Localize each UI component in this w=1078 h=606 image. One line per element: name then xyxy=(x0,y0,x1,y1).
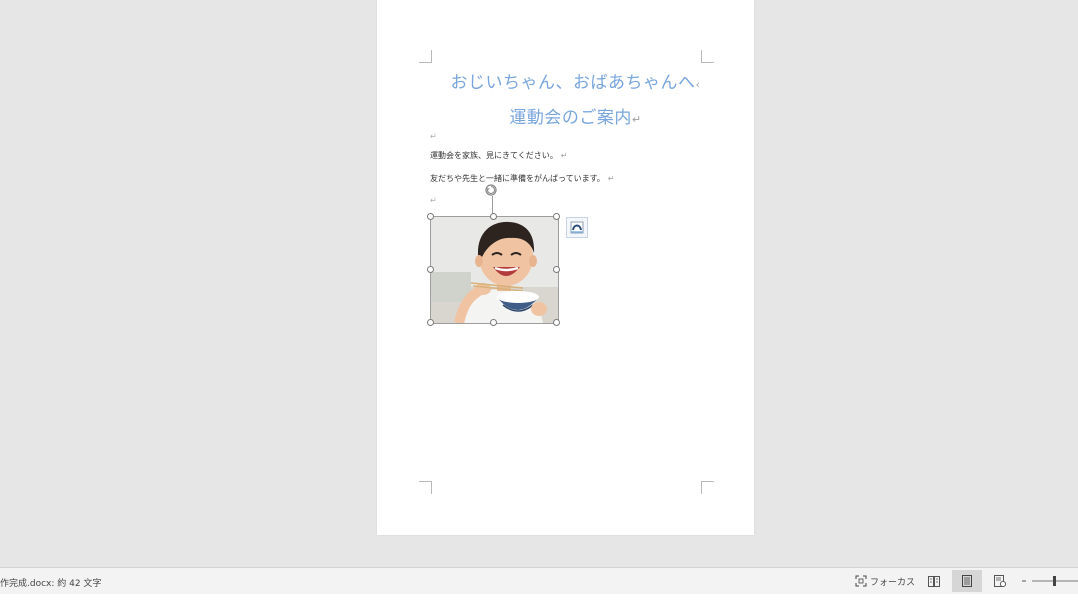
focus-icon xyxy=(855,575,867,587)
rotate-handle-icon[interactable] xyxy=(484,182,498,196)
read-mode-icon xyxy=(928,575,940,587)
margin-corner-top-left xyxy=(419,50,432,63)
resize-handle-left[interactable] xyxy=(427,266,434,273)
paragraph-mark: ↵ xyxy=(607,174,615,183)
layout-options-button[interactable] xyxy=(566,217,588,238)
title-line-2-text: 運動会のご案内 xyxy=(509,108,632,128)
body-paragraph-2[interactable]: 友だちや先生と一緒に準備をがんばっています。 ↵ xyxy=(430,173,615,184)
resize-handle-top[interactable] xyxy=(490,213,497,220)
margin-corner-bottom-left xyxy=(419,481,432,494)
paragraph-mark: ↵ xyxy=(631,113,642,126)
title-line-1-text: おじいちゃん、おばあちゃんへ xyxy=(450,73,696,93)
resize-handle-bottom[interactable] xyxy=(490,319,497,326)
web-layout-icon xyxy=(994,575,1006,587)
resize-handle-bottom-left[interactable] xyxy=(427,319,434,326)
paragraph-1-text: 運動会を家族、見にきてください。 xyxy=(430,151,558,160)
body-paragraph-1[interactable]: 運動会を家族、見にきてください。 ↵ xyxy=(430,150,567,161)
paragraph-2-text: 友だちや先生と一緒に準備をがんばっています。 xyxy=(430,174,605,183)
print-layout-button[interactable] xyxy=(952,570,982,592)
read-mode-button[interactable] xyxy=(919,570,949,592)
document-title-line-1[interactable]: おじいちゃん、おばあちゃんへ‹ xyxy=(387,68,764,93)
empty-paragraph-mark[interactable]: ↵ xyxy=(430,132,437,141)
paragraph-mark: ↵ xyxy=(560,151,568,160)
status-bar: 作完成.docx: 約 42 文字 フォーカス xyxy=(0,567,1078,594)
print-layout-icon xyxy=(962,575,972,587)
web-layout-button[interactable] xyxy=(985,570,1015,592)
selected-photo[interactable] xyxy=(430,216,559,324)
zoom-slider[interactable] xyxy=(1022,575,1078,587)
zoom-slider-track xyxy=(1022,576,1078,586)
layout-options-icon xyxy=(570,221,584,234)
margin-corner-top-right xyxy=(701,50,714,63)
paragraph-mark: ‹ xyxy=(695,78,701,91)
resize-handle-bottom-right[interactable] xyxy=(553,319,560,326)
resize-handle-top-left[interactable] xyxy=(427,213,434,220)
document-canvas[interactable]: おじいちゃん、おばあちゃんへ‹ 運動会のご案内↵ ↵ 運動会を家族、見にきてくだ… xyxy=(0,0,1078,567)
window-bottom-edge xyxy=(0,594,1078,606)
resize-handle-top-right[interactable] xyxy=(553,213,560,220)
resize-handle-right[interactable] xyxy=(553,266,560,273)
empty-paragraph-mark[interactable]: ↵ xyxy=(430,196,437,205)
focus-mode-button[interactable]: フォーカス xyxy=(855,572,915,590)
document-page[interactable]: おじいちゃん、おばあちゃんへ‹ 運動会のご案内↵ ↵ 運動会を家族、見にきてくだ… xyxy=(377,0,754,535)
document-title-line-2[interactable]: 運動会のご案内↵ xyxy=(387,103,764,128)
child-photo-image xyxy=(431,217,558,323)
focus-label: フォーカス xyxy=(870,577,916,588)
margin-corner-bottom-right xyxy=(701,481,714,494)
document-info[interactable]: 作完成.docx: 約 42 文字 xyxy=(0,576,101,589)
